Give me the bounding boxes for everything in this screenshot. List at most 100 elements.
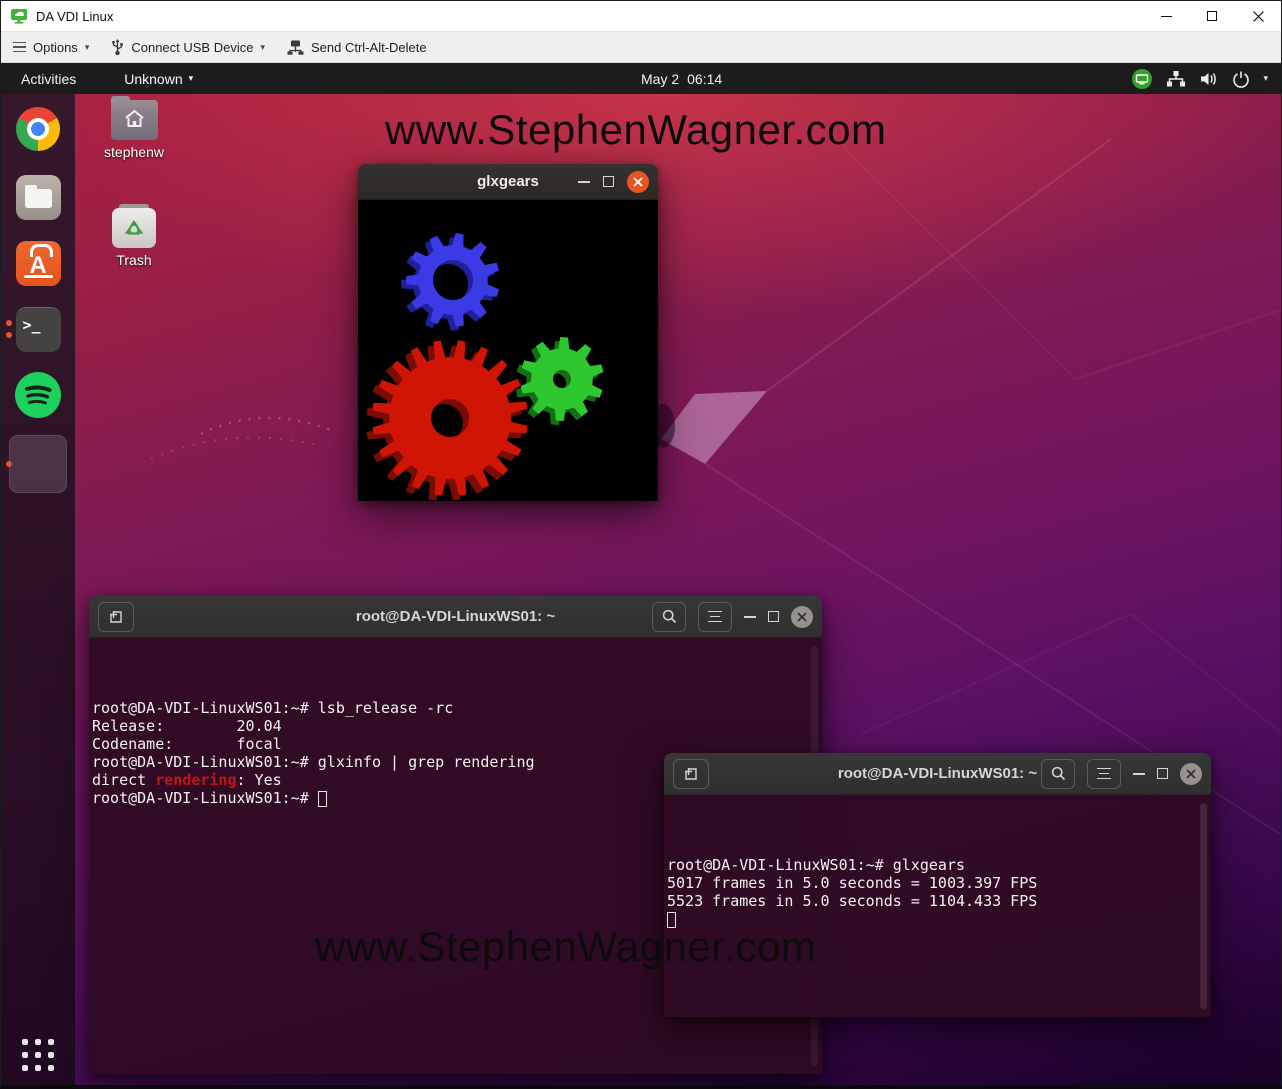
maximize-button[interactable]	[1189, 1, 1235, 31]
dock-item-chrome[interactable]	[1, 94, 75, 164]
clock-date: May 2	[641, 71, 679, 87]
desktop-icon-trash[interactable]: Trash	[91, 204, 177, 268]
home-icon	[124, 109, 145, 129]
connect-usb-menu-button[interactable]: Connect USB Device ▾	[111, 38, 265, 56]
files-icon	[16, 175, 61, 220]
close-button[interactable]	[1180, 763, 1202, 785]
vdi-app-icon	[10, 8, 28, 24]
vdi-toolbar: Options ▾ Connect USB Device ▾	[1, 31, 1281, 63]
spotify-icon	[15, 372, 61, 418]
ubuntu-software-icon: A	[16, 241, 61, 286]
clock[interactable]: May 2 06:14	[641, 63, 722, 94]
close-icon	[1186, 769, 1196, 779]
options-menu-button[interactable]: Options ▾	[13, 40, 89, 55]
terminal2-body[interactable]: root@DA-VDI-LinuxWS01:~# glxgears5017 fr…	[664, 795, 1211, 1017]
terminal-line: Codename: focal	[92, 735, 808, 753]
menu-button[interactable]	[1087, 759, 1121, 789]
close-icon	[797, 612, 807, 622]
menu-icon	[1097, 768, 1111, 780]
power-icon[interactable]	[1232, 70, 1250, 88]
close-icon	[1253, 11, 1264, 22]
chrome-icon	[16, 107, 60, 151]
glxgears-window: glxgears	[358, 164, 658, 501]
close-button[interactable]	[791, 606, 813, 628]
chevron-down-icon: ▾	[260, 42, 265, 53]
gnome-topbar: Activities Unknown ▾ May 2 06:14	[1, 63, 1281, 94]
desktop-icon-label: Trash	[91, 252, 177, 268]
running-indicator-dot	[6, 320, 12, 326]
scrollbar[interactable]	[1200, 803, 1207, 1009]
terminal1-titlebar[interactable]: root@DA-VDI-LinuxWS01: ~	[89, 596, 822, 638]
minimize-button[interactable]	[1133, 773, 1145, 775]
desktop: A >_	[1, 94, 1281, 1085]
terminal-cursor	[318, 791, 327, 807]
terminal-line: Release: 20.04	[92, 717, 808, 735]
app-menu-label: Unknown	[124, 71, 182, 87]
focused-app-icon	[9, 435, 67, 493]
vdi-client-window: DA VDI Linux Options ▾	[0, 0, 1282, 1089]
running-indicator-dot	[6, 461, 12, 467]
red-gear	[372, 340, 527, 495]
search-button[interactable]	[1041, 759, 1075, 789]
maximize-button[interactable]	[768, 611, 779, 622]
dock: A >_	[1, 94, 75, 1085]
system-menu-chevron-icon[interactable]: ▾	[1263, 73, 1268, 84]
glxgears-titlebar[interactable]: glxgears	[358, 164, 658, 200]
desktop-icon-label: stephenw	[91, 144, 177, 160]
recycle-icon	[122, 217, 146, 239]
options-label: Options	[33, 40, 78, 55]
hamburger-icon	[13, 42, 26, 53]
glxgears-canvas	[358, 200, 658, 501]
app-menu-button[interactable]: Unknown ▾	[124, 71, 193, 87]
close-icon	[633, 177, 643, 187]
watermark-top: www.StephenWagner.com	[385, 106, 887, 154]
terminal2-titlebar[interactable]: root@DA-VDI-LinuxWS01: ~	[664, 753, 1211, 795]
menu-button[interactable]	[698, 602, 732, 632]
screen-share-icon[interactable]	[1131, 68, 1153, 90]
new-tab-button[interactable]	[673, 759, 709, 789]
vdi-title: DA VDI Linux	[36, 9, 113, 24]
send-ctrl-alt-delete-button[interactable]: Send Ctrl-Alt-Delete	[287, 40, 427, 55]
search-icon	[1051, 766, 1066, 781]
desktop-icon-home[interactable]: stephenw	[91, 100, 177, 160]
clock-time: 06:14	[687, 71, 722, 87]
terminal-line: 5017 frames in 5.0 seconds = 1003.397 FP…	[667, 874, 1197, 892]
blue-gear	[406, 233, 499, 327]
terminal-line: root@DA-VDI-LinuxWS01:~# lsb_release -rc	[92, 699, 808, 717]
new-tab-icon	[108, 609, 124, 625]
minimize-button[interactable]	[578, 181, 590, 183]
activities-button[interactable]: Activities	[11, 71, 86, 87]
minimize-button[interactable]	[1143, 1, 1189, 31]
dock-item-terminal[interactable]: >_	[1, 296, 75, 362]
maximize-button[interactable]	[603, 176, 614, 187]
dock-item-files[interactable]	[1, 164, 75, 230]
running-indicator-dot	[6, 332, 12, 338]
terminal-window-2: root@DA-VDI-LinuxWS01: ~	[664, 753, 1211, 1017]
terminal-line: root@DA-VDI-LinuxWS01:~# glxgears	[667, 856, 1197, 874]
new-tab-button[interactable]	[98, 602, 134, 632]
menu-icon	[708, 611, 722, 623]
minimize-button[interactable]	[744, 616, 756, 618]
show-applications-button[interactable]	[22, 1039, 54, 1071]
search-icon	[662, 609, 677, 624]
maximize-button[interactable]	[1157, 768, 1168, 779]
terminal-icon: >_	[16, 307, 61, 352]
close-button[interactable]	[627, 171, 649, 193]
dock-item-spotify[interactable]	[1, 362, 75, 428]
usb-icon	[111, 38, 124, 56]
new-tab-icon	[683, 766, 699, 782]
dock-item-focused-app[interactable]	[1, 428, 75, 500]
search-button[interactable]	[652, 602, 686, 632]
chevron-down-icon: ▾	[189, 73, 194, 84]
volume-icon[interactable]	[1199, 70, 1219, 88]
dock-item-ubuntu-software[interactable]: A	[1, 230, 75, 296]
vdi-titlebar[interactable]: DA VDI Linux	[1, 1, 1281, 31]
send-cad-label: Send Ctrl-Alt-Delete	[311, 40, 427, 55]
chevron-down-icon: ▾	[85, 42, 90, 53]
watermark-bottom: www.StephenWagner.com	[315, 923, 817, 971]
send-cad-icon	[287, 40, 304, 55]
connect-usb-label: Connect USB Device	[131, 40, 253, 55]
terminal-line: 5523 frames in 5.0 seconds = 1104.433 FP…	[667, 892, 1197, 910]
network-wired-icon[interactable]	[1166, 70, 1186, 88]
close-button[interactable]	[1235, 1, 1281, 31]
